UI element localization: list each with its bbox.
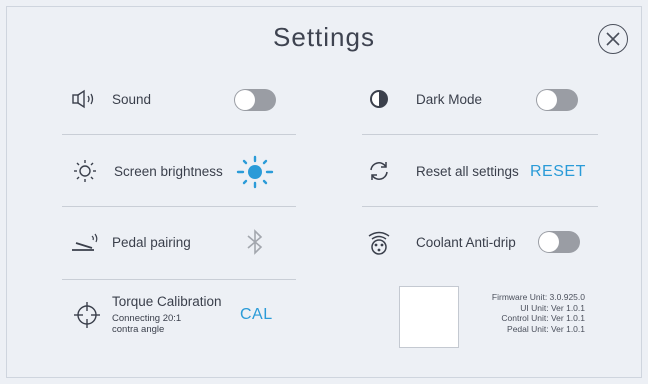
toggle-knob (537, 90, 557, 110)
bluetooth-button[interactable] (244, 228, 266, 256)
cal-button[interactable]: CAL (240, 306, 273, 324)
contrast-icon (364, 84, 394, 114)
pedal-row: Pedal pairing (70, 217, 191, 267)
reset-label: Reset all settings (416, 163, 519, 179)
divider (62, 134, 296, 135)
page-title: Settings (273, 22, 375, 52)
toggle-knob (539, 232, 559, 252)
brightness-row: Screen brightness (70, 146, 223, 196)
pedal-icon (70, 227, 100, 257)
close-button[interactable] (598, 24, 628, 54)
sun-icon (70, 156, 100, 186)
pedal-label: Pedal pairing (112, 234, 191, 250)
coolant-label: Coolant Anti-drip (416, 234, 516, 250)
dark-mode-toggle[interactable] (536, 89, 578, 111)
reset-button[interactable]: RESET (530, 163, 586, 181)
dark-mode-label: Dark Mode (416, 91, 483, 107)
qr-placeholder (399, 286, 459, 348)
divider (62, 206, 296, 207)
divider (62, 279, 296, 280)
divider (362, 206, 598, 207)
refresh-icon (364, 156, 394, 186)
version-info: Firmware Unit: 3.0.925.0 UI Unit: Ver 1.… (460, 292, 585, 334)
dark-mode-row: Dark Mode (364, 74, 482, 124)
sound-label: Sound (112, 91, 152, 107)
brightness-control[interactable] (236, 155, 274, 189)
close-icon (606, 32, 620, 46)
version-line: UI Unit: Ver 1.0.1 (520, 302, 585, 313)
reset-row: Reset all settings (364, 146, 519, 196)
torque-icon-wrap (72, 300, 102, 330)
brightness-label: Screen brightness (114, 163, 223, 179)
coolant-row: Coolant Anti-drip (364, 217, 516, 267)
speaker-icon (70, 84, 100, 114)
sound-row: Sound (70, 74, 151, 124)
coolant-icon (364, 227, 394, 257)
version-line: Firmware Unit: 3.0.925.0 (491, 292, 585, 302)
version-line: Pedal Unit: Ver 1.0.1 (507, 323, 585, 334)
crosshair-icon (74, 302, 100, 328)
toggle-knob (235, 90, 255, 110)
coolant-toggle[interactable] (538, 231, 580, 253)
torque-text: Torque Calibration Connecting 20:1 contr… (112, 294, 222, 335)
torque-sub2: contra angle (112, 324, 165, 335)
bluetooth-icon (247, 229, 263, 255)
torque-label: Torque Calibration (112, 294, 222, 309)
divider (362, 134, 598, 135)
torque-sub1: Connecting 20:1 (112, 313, 182, 324)
version-line: Control Unit: Ver 1.0.1 (501, 313, 585, 323)
sound-toggle[interactable] (234, 89, 276, 111)
